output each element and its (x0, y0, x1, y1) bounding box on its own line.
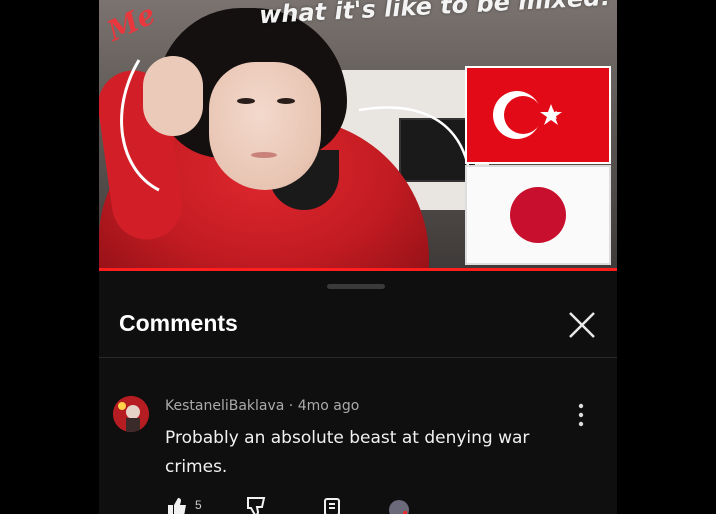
turkey-flag-icon (465, 66, 611, 164)
video-progress-bar[interactable] (99, 268, 617, 271)
dislike-button[interactable] (245, 496, 269, 514)
close-icon (569, 312, 595, 338)
more-options-button[interactable] (575, 402, 587, 428)
avatar[interactable] (113, 396, 149, 432)
comments-screen: Me what it's like to be mixed! Comments (99, 0, 617, 514)
comment-text: Probably an absolute beast at denying wa… (165, 428, 530, 477)
japan-flag-disc (510, 187, 566, 243)
like-icon (168, 498, 186, 514)
comment-author[interactable]: KestaneliBaklava (165, 398, 284, 414)
dislike-icon (247, 497, 266, 514)
more-vert-icon (578, 403, 584, 427)
japan-flag-icon (465, 165, 611, 265)
avatar-image (113, 396, 149, 432)
like-count: 5 (195, 498, 202, 512)
comment-meta: KestaneliBaklava · 4mo ago (165, 398, 359, 414)
creator-heart[interactable] (387, 496, 411, 514)
divider (99, 357, 617, 358)
creator-heart-icon (389, 500, 409, 514)
drag-handle[interactable] (327, 284, 385, 289)
like-button[interactable] (165, 496, 189, 514)
reply-icon (324, 498, 340, 514)
reply-button[interactable] (321, 496, 345, 514)
comment-age: 4mo ago (297, 398, 360, 414)
panel-title: Comments (119, 310, 238, 336)
video-thumbnail[interactable]: Me what it's like to be mixed! (99, 0, 617, 271)
close-button[interactable] (565, 308, 599, 342)
meta-separator: · (284, 398, 298, 414)
